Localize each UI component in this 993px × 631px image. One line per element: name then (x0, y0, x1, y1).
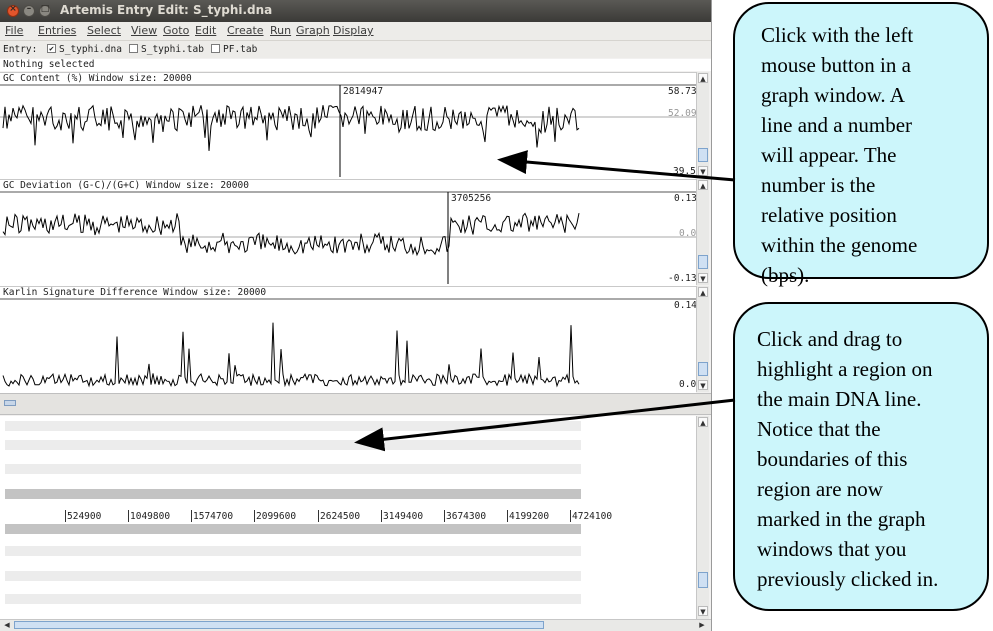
annotation-arrows (354, 150, 736, 452)
pointer-arrow-icon (497, 150, 736, 182)
pointer-arrow-icon (354, 398, 736, 452)
